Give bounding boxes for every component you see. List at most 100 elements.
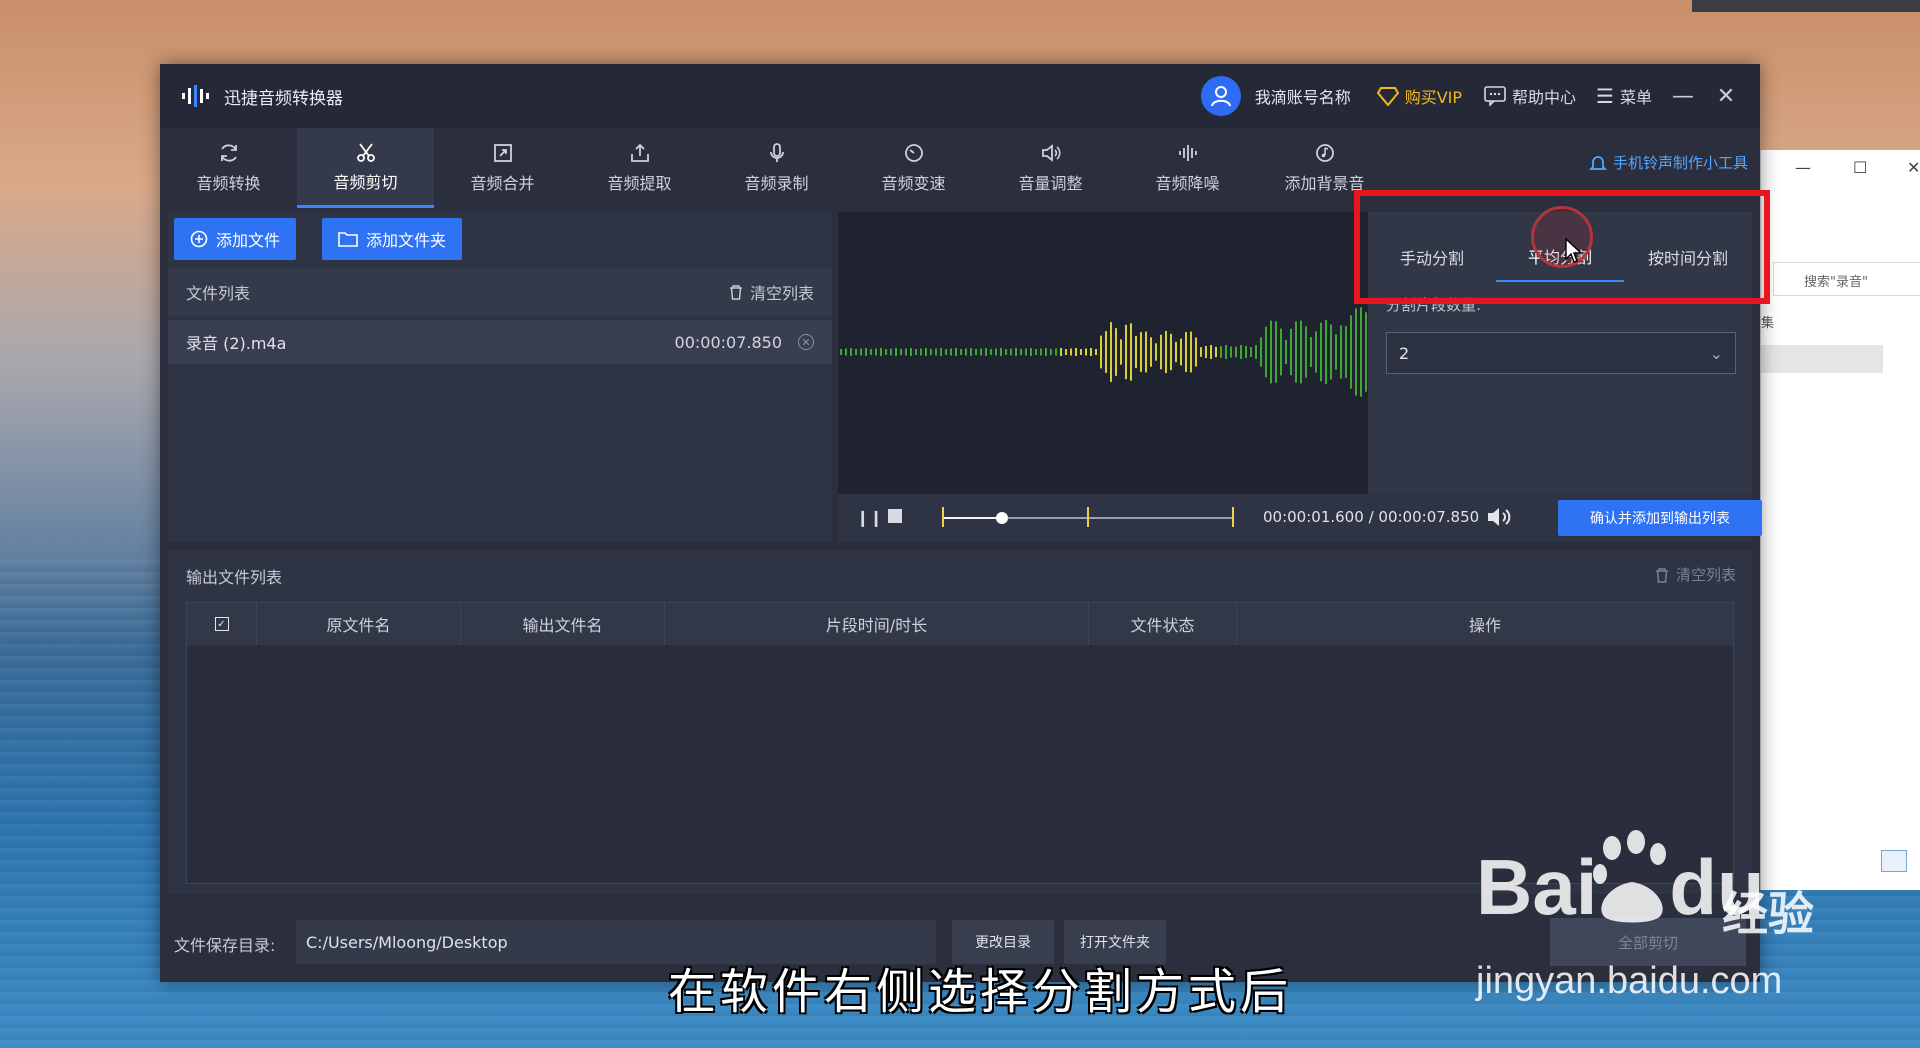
- watermark-cn: 经验: [1722, 887, 1814, 941]
- waveform-bar: [990, 349, 992, 355]
- tab-label: 音频转换: [196, 174, 261, 193]
- confirm-add-output-button[interactable]: 确认并添加到输出列表: [1558, 500, 1762, 536]
- waveform-bar: [1055, 348, 1057, 356]
- waveform-bar: [1135, 335, 1137, 369]
- help-center-button[interactable]: 帮助中心: [1484, 84, 1576, 108]
- waveform-bar: [1300, 320, 1302, 384]
- menu-button[interactable]: ☰ 菜单: [1596, 84, 1652, 108]
- close-button[interactable]: ✕: [1716, 84, 1736, 109]
- add-folder-button[interactable]: 添加文件夹: [322, 218, 463, 260]
- diamond-icon: [1376, 87, 1399, 106]
- explorer-close-icon[interactable]: ✕: [1907, 158, 1920, 177]
- explorer-search-input[interactable]: 搜索"录音": [1773, 262, 1920, 296]
- select-all-checkbox[interactable]: ✓: [214, 617, 229, 631]
- segment-split-marker[interactable]: [1087, 507, 1089, 527]
- waveform-bar: [1050, 349, 1052, 355]
- segment-end-marker[interactable]: [1232, 507, 1234, 527]
- waveform-bar: [1155, 343, 1157, 361]
- explorer-view-toggle-icon[interactable]: [1881, 850, 1907, 872]
- list-item[interactable]: 录音 (2).m4a 00:00:07.850 ✕: [168, 320, 832, 364]
- tab-audio-extract[interactable]: 音频提取: [571, 128, 708, 208]
- waveform-bar: [915, 349, 917, 355]
- title-bar: 迅捷音频转换器 我滴账号名称 购买VIP 帮助中心 ☰ 菜单 — ✕: [160, 64, 1760, 128]
- waveform-bar: [1220, 346, 1222, 358]
- waveform-bar: [1295, 321, 1297, 383]
- waveform-bar: [1195, 337, 1197, 367]
- waveform-bar: [1350, 315, 1352, 389]
- waveform-bar: [1010, 348, 1012, 356]
- plus-circle-icon: [190, 230, 208, 248]
- waveform-bar: [1005, 349, 1007, 355]
- tab-noise-reduce[interactable]: 音频降噪: [1119, 128, 1256, 208]
- tab-audio-cut[interactable]: 音频剪切: [297, 128, 434, 208]
- waveform-bar: [1125, 324, 1127, 380]
- waveform-bar: [1045, 348, 1047, 356]
- waveform-bar: [1345, 326, 1347, 378]
- timeline-slider[interactable]: [942, 507, 1234, 527]
- tab-label: 音频合并: [470, 174, 535, 193]
- waveform-bar: [1355, 308, 1357, 396]
- waveform-bar: [1015, 348, 1017, 356]
- segment-start-marker[interactable]: [942, 507, 944, 527]
- waveform-bar: [1000, 348, 1002, 356]
- waveform-bar: [1090, 348, 1092, 356]
- buy-vip-button[interactable]: 购买VIP: [1376, 84, 1462, 108]
- tab-audio-convert[interactable]: 音频转换: [160, 128, 297, 208]
- stop-button[interactable]: [888, 509, 902, 523]
- file-list-header: 文件列表 清空列表: [168, 268, 832, 316]
- waveform-bar: [925, 348, 927, 356]
- tab-label: 音频提取: [607, 174, 672, 193]
- remove-file-icon[interactable]: ✕: [798, 334, 814, 350]
- account-name[interactable]: 我滴账号名称: [1255, 84, 1351, 108]
- tab-audio-merge[interactable]: 音频合并: [434, 128, 571, 208]
- clear-file-list-button[interactable]: 清空列表: [728, 280, 814, 304]
- tab-label: 音频变速: [881, 174, 946, 193]
- waveform-bar: [1335, 334, 1337, 370]
- minimize-button[interactable]: —: [1672, 84, 1694, 109]
- pause-button[interactable]: ❙❙: [856, 508, 883, 527]
- explorer-selected-row[interactable]: [1761, 345, 1883, 373]
- waveform-bar: [1260, 337, 1262, 367]
- clear-output-list-button[interactable]: 清空列表: [1654, 564, 1736, 585]
- waveform-bar: [1070, 348, 1072, 356]
- user-avatar-icon[interactable]: [1200, 76, 1241, 116]
- time-readout: 00:00:01.600 / 00:00:07.850: [1263, 508, 1479, 526]
- music-icon: [1315, 144, 1334, 162]
- trash-icon: [1655, 567, 1668, 583]
- waveform-bar: [1180, 338, 1182, 366]
- explorer-maximize-icon[interactable]: ☐: [1853, 158, 1867, 177]
- file-list-title: 文件列表: [186, 284, 251, 303]
- waveform-bar: [1240, 345, 1242, 359]
- tab-audio-record[interactable]: 音频录制: [708, 128, 845, 208]
- speaker-icon[interactable]: [1486, 505, 1512, 529]
- add-file-button[interactable]: 添加文件: [174, 218, 297, 260]
- segment-count-select[interactable]: 2 ⌄: [1386, 332, 1736, 374]
- select-all-cell[interactable]: ✓: [187, 603, 257, 645]
- waveform-bar: [1235, 346, 1237, 358]
- waveform-bar: [1105, 331, 1107, 373]
- waveform-bar: [1325, 320, 1327, 384]
- tab-audio-speed[interactable]: 音频变速: [845, 128, 982, 208]
- upload-icon: [630, 143, 649, 162]
- scissors-icon: [356, 142, 375, 162]
- waveform-bar: [930, 349, 932, 355]
- waveform-bar: [970, 348, 972, 356]
- explorer-minimize-icon[interactable]: —: [1795, 158, 1811, 177]
- waveform-bar: [1255, 345, 1257, 359]
- playhead-knob[interactable]: [996, 512, 1008, 524]
- ringtone-tool-link[interactable]: 手机铃声制作小工具: [1588, 152, 1748, 173]
- waveform-bar: [1200, 347, 1202, 357]
- waveform-bar: [875, 348, 877, 356]
- tab-label: 添加背景音: [1284, 174, 1365, 193]
- waveform-bar: [1150, 337, 1152, 367]
- waveform-bar: [1290, 328, 1292, 376]
- waveform-bar: [1165, 331, 1167, 373]
- waveform-bar: [1145, 331, 1147, 373]
- waveform-bar: [1230, 346, 1232, 358]
- waveform-bar: [910, 348, 912, 356]
- tab-volume-adjust[interactable]: 音量调整: [982, 128, 1119, 208]
- help-center-label: 帮助中心: [1512, 88, 1577, 107]
- column-header: 文件状态: [1089, 603, 1237, 645]
- waveform-panel[interactable]: [838, 212, 1368, 494]
- waveform-bar: [960, 349, 962, 355]
